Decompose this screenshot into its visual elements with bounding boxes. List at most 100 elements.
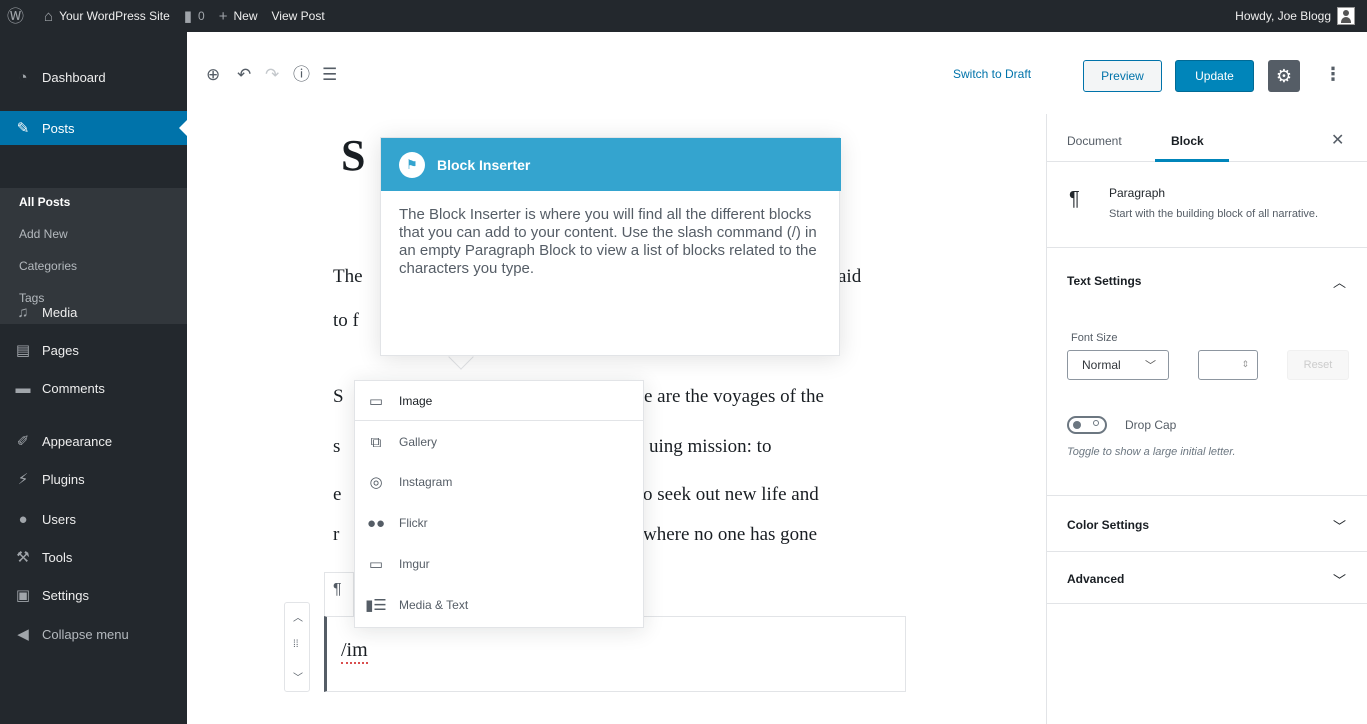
admin-side-menu: ◔ Dashboard ✎ Posts All Posts Add New Ca…: [0, 32, 187, 724]
chevron-down-icon: ﹀: [1333, 573, 1347, 588]
users-icon: ●: [18, 510, 28, 528]
font-size-label: Font Size: [1071, 332, 1118, 344]
menu-item-dashboard[interactable]: ◔ Dashboard: [0, 60, 187, 94]
menu-item-appearance[interactable]: ✐ Appearance: [0, 424, 187, 458]
wordpress-logo-icon[interactable]: Ⓦ: [0, 0, 37, 32]
paragraph-text[interactable]: aid: [838, 266, 861, 288]
block-mover: ︿ ⁞⁞ ﹀: [284, 602, 310, 692]
paragraph-text[interactable]: S: [333, 386, 344, 408]
flickr-icon: ●●: [366, 514, 386, 532]
advanced-panel[interactable]: Advanced ﹀: [1047, 552, 1367, 604]
submenu-all-posts[interactable]: All Posts: [19, 195, 70, 209]
more-options-icon[interactable]: ⋮: [1324, 64, 1342, 85]
color-settings-panel[interactable]: Color Settings ﹀: [1047, 496, 1367, 552]
move-down-icon[interactable]: ﹀: [293, 669, 303, 684]
advanced-title: Advanced: [1067, 572, 1125, 586]
drop-cap-toggle[interactable]: [1067, 416, 1107, 434]
paragraph-text[interactable]: e: [333, 484, 341, 506]
instagram-icon: ◎: [369, 474, 383, 491]
custom-font-size-input[interactable]: ⇕: [1198, 350, 1258, 380]
block-navigation-icon[interactable]: ☰: [322, 66, 337, 83]
collapse-menu-button[interactable]: ◀ Collapse menu: [0, 617, 187, 651]
block-inserter-tip: ⚑ Block Inserter The Block Inserter is w…: [380, 137, 841, 356]
menu-item-tools[interactable]: ⚒ Tools: [0, 540, 187, 574]
text-settings-panel: Text Settings ︿ Font Size Normal ﹀ ⇕ Res…: [1047, 248, 1367, 496]
chevron-down-icon: ﹀: [1145, 360, 1156, 372]
autocomplete-item-flickr[interactable]: ●● Flickr: [355, 503, 643, 543]
paragraph-text[interactable]: The: [333, 266, 363, 288]
drag-handle-icon[interactable]: ⁞⁞: [293, 639, 299, 650]
info-icon[interactable]: ⓘ: [293, 66, 310, 83]
new-content-link[interactable]: + New: [212, 0, 265, 32]
block-card-description: Start with the building block of all nar…: [1109, 208, 1319, 220]
comments-link[interactable]: ▮ 0: [177, 0, 212, 32]
autocomplete-item-instagram[interactable]: ◎ Instagram: [355, 462, 643, 502]
editor-header-toolbar: ⊕ ↶ ↷ ⓘ ☰ Switch to Draft Preview Update…: [187, 32, 1367, 114]
howdy-text: Howdy, Joe Blogg: [1235, 9, 1331, 23]
submenu-add-new[interactable]: Add New: [19, 227, 68, 241]
autocomplete-item-image[interactable]: ▭ Image: [355, 381, 643, 421]
paragraph-text[interactable]: e are the voyages of the: [644, 386, 824, 408]
my-account-link[interactable]: Howdy, Joe Blogg: [1228, 0, 1367, 32]
undo-icon[interactable]: ↶: [237, 66, 251, 83]
dashboard-icon: ◔: [18, 68, 28, 86]
menu-item-comments[interactable]: ▬ Comments: [0, 371, 187, 405]
menu-item-settings[interactable]: ▣ Settings: [0, 578, 187, 612]
pin-icon: ✎: [16, 120, 30, 137]
submenu-categories[interactable]: Categories: [19, 259, 77, 273]
comment-icon: ▮: [183, 7, 193, 25]
switch-to-draft-button[interactable]: Switch to Draft: [953, 67, 1031, 81]
settings-sidebar: Document Block ✕ ¶ Paragraph Start with …: [1046, 114, 1367, 724]
add-block-icon[interactable]: ⊕: [206, 66, 220, 83]
tab-document[interactable]: Document: [1067, 134, 1122, 148]
paragraph-text[interactable]: s: [333, 436, 340, 458]
media-icon: ♫: [17, 303, 29, 321]
font-size-select[interactable]: Normal ﹀: [1067, 350, 1169, 380]
tab-block[interactable]: Block: [1171, 134, 1204, 148]
autocomplete-item-media-text[interactable]: ▮☰ Media & Text: [355, 585, 643, 625]
menu-item-posts[interactable]: ✎ Posts: [0, 111, 187, 145]
settings-icon: ▣: [15, 587, 31, 604]
tip-body: The Block Inserter is where you will fin…: [399, 206, 817, 277]
preview-button[interactable]: Preview: [1083, 60, 1162, 92]
paragraph-icon: ¶: [1069, 188, 1080, 210]
chevron-up-icon[interactable]: ︿: [1333, 272, 1346, 291]
brush-icon: ✐: [16, 433, 30, 450]
paragraph-text[interactable]: r: [333, 524, 339, 546]
tip-header: ⚑ Block Inserter: [381, 138, 841, 191]
media-text-icon: ▮☰: [365, 597, 387, 614]
comment-icon: ▬: [15, 379, 31, 397]
view-post-link[interactable]: View Post: [265, 0, 332, 32]
menu-item-media[interactable]: ♫ Media: [0, 295, 187, 329]
comments-count: 0: [198, 9, 205, 23]
pages-icon: ▤: [15, 342, 31, 359]
slash-command-text[interactable]: /im: [341, 639, 368, 664]
autocomplete-item-imgur[interactable]: ▭ Imgur: [355, 544, 643, 584]
paragraph-block-type-icon[interactable]: ¶: [324, 572, 354, 616]
gallery-icon: ⧉: [370, 433, 382, 451]
site-name-link[interactable]: ⌂ Your WordPress Site: [37, 0, 177, 32]
update-button[interactable]: Update: [1175, 60, 1254, 92]
menu-item-plugins[interactable]: ⚡ Plugins: [0, 462, 187, 496]
redo-icon[interactable]: ↷: [265, 66, 279, 83]
drop-cap-help: Toggle to show a large initial letter.: [1067, 446, 1236, 458]
autocomplete-item-gallery[interactable]: ⧉ Gallery: [355, 422, 643, 462]
plugin-icon: ⚡: [17, 471, 29, 488]
block-card-title: Paragraph: [1109, 186, 1166, 200]
close-icon[interactable]: ✕: [1331, 130, 1344, 150]
text-settings-title[interactable]: Text Settings: [1067, 274, 1141, 288]
move-up-icon[interactable]: ︿: [293, 609, 303, 624]
imgur-icon: ▭: [368, 556, 384, 573]
chevron-down-icon: ﹀: [1333, 519, 1347, 534]
paragraph-text[interactable]: where no one has gone: [643, 524, 817, 546]
home-icon: ⌂: [44, 7, 54, 25]
paragraph-text[interactable]: o seek out new life and: [643, 484, 819, 506]
reset-button[interactable]: Reset: [1287, 350, 1349, 380]
admin-bar: Ⓦ ⌂ Your WordPress Site ▮ 0 + New View P…: [0, 0, 1367, 32]
menu-item-users[interactable]: ● Users: [0, 502, 187, 536]
post-title[interactable]: S: [341, 130, 365, 181]
gear-icon[interactable]: ⚙: [1268, 60, 1300, 92]
menu-item-pages[interactable]: ▤ Pages: [0, 333, 187, 367]
paragraph-text[interactable]: to f: [333, 310, 359, 332]
paragraph-text[interactable]: uing mission: to: [649, 436, 771, 458]
